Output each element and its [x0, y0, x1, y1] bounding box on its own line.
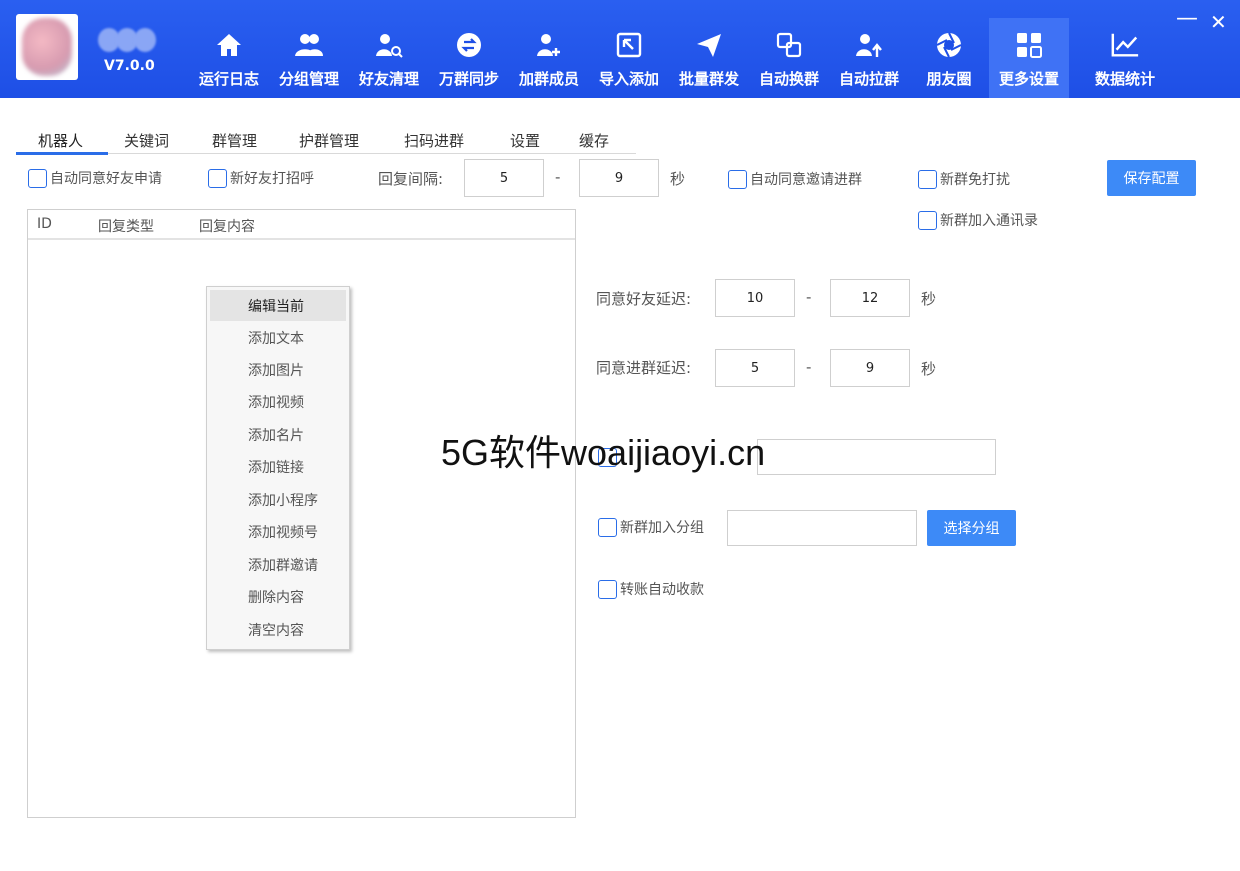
version-label: V7.0.0 — [104, 58, 155, 74]
menu-add-link[interactable]: 添加链接 — [210, 451, 346, 482]
menu-add-text[interactable]: 添加文本 — [210, 322, 346, 353]
menu-add-image[interactable]: 添加图片 — [210, 354, 346, 385]
nav-add-members[interactable]: 加群成员 — [512, 0, 586, 98]
chart-icon — [1110, 30, 1140, 60]
auto-accept-group-invite-checkbox[interactable]: 自动同意邀请进群 — [728, 169, 862, 189]
menu-add-card[interactable]: 添加名片 — [210, 419, 346, 450]
sync-icon — [454, 30, 484, 60]
menu-clear-content[interactable]: 清空内容 — [210, 614, 346, 645]
account-name-blurred — [98, 28, 158, 52]
seconds-label: 秒 — [921, 360, 937, 378]
nav-import-add[interactable]: 导入添加 — [592, 0, 666, 98]
send-icon — [694, 30, 724, 60]
menu-add-video[interactable]: 添加视频 — [210, 386, 346, 417]
settings-tabs: 机器人 关键词 群管理 护群管理 扫码进群 设置 缓存 — [16, 126, 636, 155]
new-group-add-contacts-checkbox[interactable]: 新群加入通讯录 — [918, 210, 1038, 230]
menu-add-miniprogram[interactable]: 添加小程序 — [210, 484, 346, 515]
nav-auto-pull[interactable]: 自动拉群 — [832, 0, 906, 98]
new-group-add-group-checkbox[interactable]: 新群加入分组 — [598, 517, 704, 537]
range-dash: - — [806, 358, 812, 376]
user-up-icon — [854, 30, 884, 60]
users-icon — [294, 30, 324, 60]
greet-new-friend-checkbox[interactable]: 新好友打招呼 — [208, 168, 314, 188]
nav-more-settings[interactable]: 更多设置 — [989, 18, 1069, 98]
accept-group-delay-label: 同意进群延迟: — [596, 359, 692, 377]
column-reply-type: 回复类型 — [98, 219, 154, 235]
column-id: ID — [37, 216, 52, 232]
friend-delay-max-input[interactable]: 12 — [830, 279, 910, 317]
menu-delete-content[interactable]: 删除内容 — [210, 581, 346, 612]
select-group-button[interactable]: 选择分组 — [927, 510, 1016, 546]
tab-robot[interactable]: 机器人 — [38, 130, 83, 151]
friend-delay-min-input[interactable]: 10 — [715, 279, 795, 317]
user-search-icon — [374, 30, 404, 60]
tab-group-protect[interactable]: 护群管理 — [299, 130, 359, 151]
nav-statistics[interactable]: 数据统计 — [1088, 0, 1162, 98]
range-dash: - — [806, 288, 812, 306]
grid-icon — [1014, 30, 1044, 60]
reply-interval-max-input[interactable]: 9 — [579, 159, 659, 197]
user-add-icon — [534, 30, 564, 60]
auto-receive-transfer-checkbox[interactable]: 转账自动收款 — [598, 579, 704, 599]
context-menu: 编辑当前 添加文本 添加图片 添加视频 添加名片 添加链接 添加小程序 添加视频… — [206, 286, 350, 650]
active-tab-indicator — [16, 152, 108, 155]
tab-settings[interactable]: 设置 — [510, 130, 540, 151]
nav-moments[interactable]: 朋友圈 — [912, 0, 986, 98]
range-dash: - — [555, 168, 561, 186]
group-delay-max-input[interactable]: 9 — [830, 349, 910, 387]
avatar[interactable] — [16, 14, 78, 80]
accept-friend-delay-label: 同意好友延迟: — [596, 290, 692, 308]
reply-interval-label: 回复间隔: — [378, 170, 444, 188]
auto-accept-friend-checkbox[interactable]: 自动同意好友申请 — [28, 168, 162, 188]
switch-icon — [774, 30, 804, 60]
seconds-label: 秒 — [921, 290, 937, 308]
save-config-button[interactable]: 保存配置 — [1107, 160, 1196, 196]
nav-run-log[interactable]: 运行日志 — [192, 0, 266, 98]
home-icon — [214, 30, 244, 60]
close-button[interactable]: ✕ — [1210, 10, 1227, 34]
tab-cache[interactable]: 缓存 — [579, 130, 609, 151]
import-icon — [614, 30, 644, 60]
group-delay-min-input[interactable]: 5 — [715, 349, 795, 387]
reply-interval-min-input[interactable]: 5 — [464, 159, 544, 197]
top-toolbar: V7.0.0 运行日志 分组管理 好友清理 万群同步 加群成员 导入添加 批量群… — [0, 0, 1240, 98]
tab-group-manage[interactable]: 群管理 — [212, 130, 257, 151]
tab-scan-join[interactable]: 扫码进群 — [404, 130, 464, 151]
minimize-button[interactable]: — — [1176, 6, 1198, 31]
obscured-option-input[interactable] — [757, 439, 996, 475]
group-name-input[interactable] — [727, 510, 917, 546]
new-group-no-disturb-checkbox[interactable]: 新群免打扰 — [918, 169, 1010, 189]
menu-add-channel[interactable]: 添加视频号 — [210, 516, 346, 547]
table-header: ID 回复类型 回复内容 — [28, 210, 575, 240]
nav-group-manage[interactable]: 分组管理 — [272, 0, 346, 98]
nav-friend-clean[interactable]: 好友清理 — [352, 0, 426, 98]
menu-add-group-invite[interactable]: 添加群邀请 — [210, 549, 346, 580]
tab-keywords[interactable]: 关键词 — [124, 130, 169, 151]
menu-edit-current[interactable]: 编辑当前 — [210, 290, 346, 321]
watermark-text: 5G软件woaijiaoyi.cn — [441, 432, 766, 473]
seconds-label: 秒 — [670, 170, 686, 188]
nav-mass-send[interactable]: 批量群发 — [672, 0, 746, 98]
aperture-icon — [934, 30, 964, 60]
nav-group-sync[interactable]: 万群同步 — [432, 0, 506, 98]
column-reply-content: 回复内容 — [199, 219, 255, 235]
nav-auto-switch[interactable]: 自动换群 — [752, 0, 826, 98]
